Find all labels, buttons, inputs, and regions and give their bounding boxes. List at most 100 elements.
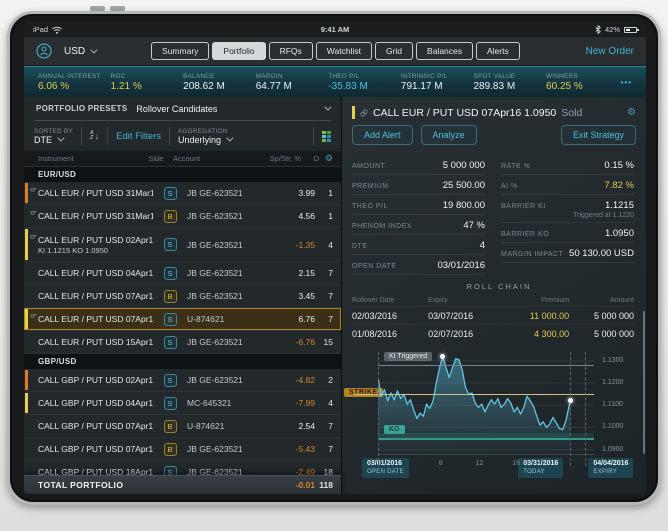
tab-balances[interactable]: Balances [416,42,473,60]
battery-percent: 42% [605,25,620,34]
y-axis-tick: 1.0900 [602,446,623,453]
table-row[interactable]: CALL EUR / PUT USD 15Apr16 1.1250 S JB G… [24,331,341,354]
tab-watchlist[interactable]: Watchlist [316,42,372,60]
detail-field: AI %7.82 % [501,175,634,195]
detail-settings-gear-icon[interactable]: ⚙ [627,107,636,118]
account-cell: JB GE-623521 [187,337,271,347]
detail-field: BARRIER KO1.0950 [501,223,634,243]
table-row[interactable]: CALL GBP / PUT USD 07Apr16 1.4350 B JB G… [24,438,341,461]
spstr-cell: 3.99 [271,188,315,198]
dte-cell: 2 [315,375,333,385]
table-row[interactable]: CALL GBP / PUT USD 04Apr16 1.4500 S MC-6… [24,392,341,415]
col-spstr[interactable]: Sp/Str, % [257,154,301,163]
edit-filters-button[interactable]: Edit Filters [116,131,161,142]
dte-cell: 7 [315,444,333,454]
stat: THEO P/L-35.83 M [328,73,397,92]
x-axis-tick: 12 [476,460,484,467]
tab-summary[interactable]: Summary [151,42,209,60]
stat: INTRINSIC P/L791.17 M [401,73,470,92]
dte-cell: 4 [315,398,333,408]
portfolio-presets[interactable]: PORTFOLIO PRESETS Rollover Candidates [24,97,341,120]
position-detail-panel: CALL EUR / PUT USD 07Apr16 1.0950 Sold ⚙… [342,97,646,494]
spstr-cell: 4.56 [271,211,315,221]
carrier-label: iPad [33,25,48,34]
ko-level-line [378,438,594,440]
add-alert-button[interactable]: Add Alert [352,125,413,145]
wifi-icon [52,26,62,34]
roll-chain-link-icon [30,188,37,192]
sort-by-selector[interactable]: SORTED BY DTE [34,128,73,145]
roll-chain-link-icon [30,211,37,215]
spstr-cell: 6.76 [271,314,315,324]
expiry-marker: 04/04/2016 EXPIRY [588,458,633,478]
x-axis-line [378,454,594,455]
new-order-button[interactable]: New Order [586,46,634,57]
currency-label: USD [64,46,85,57]
stats-more-button[interactable]: ••• [619,78,632,87]
dte-cell: 7 [315,291,333,301]
side-badge: S [164,238,177,251]
y-axis-tick: 1.1300 [602,357,623,364]
detail-field: BARRIER KI1.1215 Triggered at 1.1220 [501,195,634,223]
tab-portfolio[interactable]: Portfolio [212,42,265,60]
detail-field: MARGIN IMPACT50 130.00 USD [501,243,634,263]
spstr-cell: -5.43 [271,444,315,454]
portfolio-panel: PORTFOLIO PRESETS Rollover Candidates SO… [24,97,342,494]
currency-selector[interactable]: USD [64,46,95,57]
spot-chart: KI Triggered STRIKE KO 03/01/2016 OPEN D… [352,346,640,484]
table-settings-gear-icon[interactable]: ⚙ [319,153,333,164]
table-row[interactable]: CALL EUR / PUT USD 31Mar16 1.1280 B JB G… [24,205,341,228]
stat: ROC1.21 % [111,73,180,92]
instrument-cell: CALL EUR / PUT USD 31Mar16 1.1280 [24,211,153,221]
stat: WINNERS60.25 % [546,73,615,92]
sort-direction-button[interactable]: AZ ↓ [90,131,99,141]
table-row[interactable]: CALL EUR / PUT USD 02Apr16 1.0940KI 1.12… [24,228,341,262]
account-cell: JB GE-623521 [187,444,271,454]
status-bar: iPad 9:41 AM 42% [24,22,646,37]
table-row[interactable]: CALL EUR / PUT USD 04Apr16 1.0980 S JB G… [24,262,341,285]
marker-dashed-line [378,352,379,466]
side-badge: B [164,420,177,433]
profile-icon[interactable] [36,43,52,59]
roll-chain-row[interactable]: 01/08/201602/07/2016 4 300.005 000 000 [352,324,634,342]
table-row[interactable]: CALL EUR / PUT USD 07Apr16 1.0950 S U-87… [24,308,341,331]
tab-rfqs[interactable]: RFQs [269,42,313,60]
table-row[interactable]: CALL GBP / PUT USD 07Apr16 1.4200 B U-87… [24,415,341,438]
instrument-cell: CALL EUR / PUT USD 07Apr16 1.1250 [24,291,153,301]
col-dte[interactable]: D [301,154,319,163]
account-cell: JB GE-623521 [187,291,271,301]
instrument-cell: CALL EUR / PUT USD 15Apr16 1.1250 [24,337,153,347]
col-account[interactable]: Account [173,154,257,163]
table-row[interactable]: CALL EUR / PUT USD 07Apr16 1.1250 B JB G… [24,285,341,308]
side-badge: S [164,374,177,387]
row-color-bar [352,106,355,119]
col-instrument[interactable]: Instrument [24,154,139,163]
table-row[interactable]: CALL GBP / PUT USD 02Apr16 1.4300 S JB G… [24,369,341,392]
analyze-button[interactable]: Analyze [421,125,477,145]
x-axis-tick: 8 [439,460,443,467]
roll-chain-row[interactable]: 02/03/201603/07/2016 11 000.005 000 000 [352,306,634,324]
side-badge: B [164,290,177,303]
y-axis-tick: 1.1100 [602,401,623,408]
dte-cell: 4 [315,240,333,250]
table-row[interactable]: CALL EUR / PUT USD 31Mar16 1.1350 S JB G… [24,182,341,205]
sort-arrow-icon: ↓ [95,131,100,141]
col-side[interactable]: Side [139,154,173,163]
dte-cell: 7 [315,314,333,324]
sort-by-value: DTE [34,135,52,145]
positions-table: EUR/USD CALL EUR / PUT USD 31Mar16 1.135… [24,167,341,494]
battery-icon [624,27,637,33]
spstr-cell: 2.54 [271,421,315,431]
aggregation-selector[interactable]: AGGREGATION Underlying [178,128,231,145]
scrollbar[interactable] [643,311,645,454]
strike-badge: STRIKE [344,388,383,397]
tab-alerts[interactable]: Alerts [476,42,520,60]
spstr-cell: -7.99 [271,398,315,408]
detail-fields: AMOUNT5 000 000 PREMIUM25 500.00 THEO P/… [352,153,646,275]
tab-grid[interactable]: Grid [375,42,413,60]
marker-dashed-line [570,352,571,466]
open-date-marker: 03/01/2016 OPEN DATE [362,458,409,478]
roll-chain-link-icon [30,235,37,239]
view-mode-button[interactable] [322,131,331,142]
exit-strategy-button[interactable]: Exit Strategy [561,125,636,145]
